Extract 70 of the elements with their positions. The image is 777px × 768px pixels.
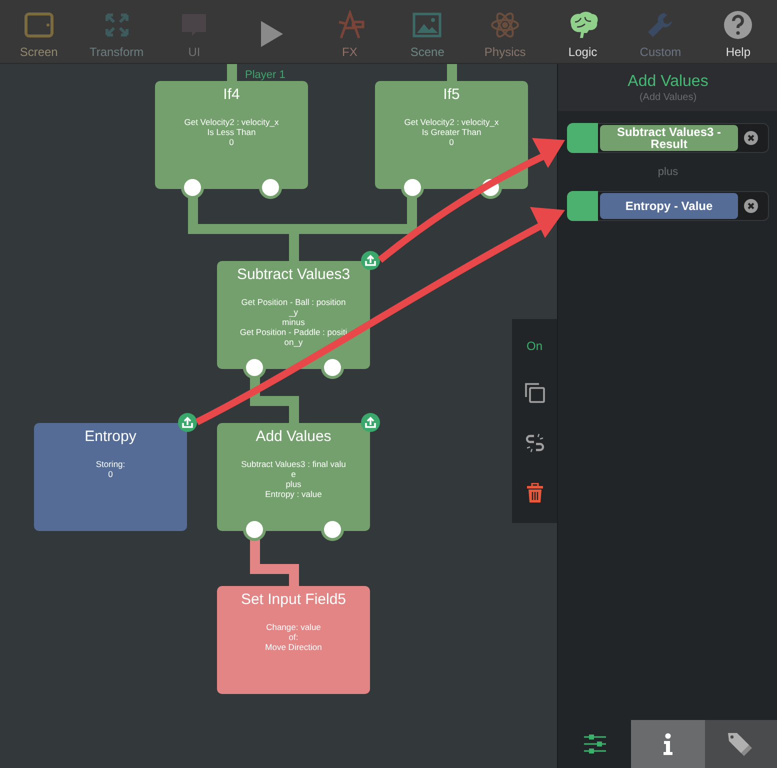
node-text: Get Velocity2 : velocity_x	[183, 117, 280, 127]
panel-tab[interactable]	[631, 720, 705, 768]
export-icon[interactable]	[361, 251, 380, 270]
node-text: _y	[288, 307, 299, 317]
expand-icon	[104, 12, 130, 38]
node-text: Storing:	[94, 459, 126, 469]
image-icon	[412, 12, 442, 38]
node-text: Get Position - Paddle : positi	[238, 327, 348, 337]
node-text: 0	[107, 469, 114, 479]
node-title: If4	[222, 86, 241, 103]
toggle-button[interactable]: On	[526, 339, 542, 354]
delete-button[interactable]	[526, 482, 544, 503]
tablet-icon	[24, 12, 54, 38]
copy-button[interactable]	[524, 382, 546, 404]
connector-wire	[447, 64, 457, 81]
output-port[interactable]	[181, 176, 204, 199]
help-icon	[723, 10, 754, 40]
logic-node[interactable]: Entropy Storing: 0	[34, 423, 187, 531]
node-text: 0	[228, 137, 235, 147]
logic-node[interactable]: Add Values Subtract Values3 : final valu e plus Entropy : value	[217, 423, 370, 531]
panel-tab[interactable]	[704, 720, 777, 768]
node-text: Is Greater Than	[420, 127, 482, 137]
node-title: Set Input Field5	[240, 591, 348, 608]
logic-node[interactable]: Set Input Field5 Change: value of: Move Direction	[217, 586, 370, 694]
node-title: Add Values	[254, 428, 332, 445]
logic-node[interactable]: If4 Get Velocity2 : velocity_x Is Less Than 0	[155, 81, 308, 189]
connector-wire	[227, 64, 237, 81]
input-handle[interactable]	[567, 123, 598, 153]
node-text: of:	[288, 632, 300, 642]
node-text: Get Position - Ball : position	[240, 297, 347, 307]
export-icon[interactable]	[361, 413, 380, 432]
node-text: e	[290, 469, 297, 479]
input-handle[interactable]	[567, 191, 598, 221]
logic-node[interactable]: If5 Get Velocity2 : velocity_x Is Greater Than 0	[375, 81, 528, 189]
node-text: on_y	[283, 337, 304, 347]
output-port[interactable]	[321, 356, 344, 379]
output-port[interactable]	[321, 518, 344, 541]
output-port[interactable]	[401, 176, 424, 199]
unlink-button[interactable]	[524, 432, 546, 454]
output-port[interactable]	[259, 176, 282, 199]
node-text: 0	[448, 137, 455, 147]
play-icon	[258, 18, 285, 48]
node-text: Is Less Than	[206, 127, 257, 137]
info-icon	[662, 733, 673, 755]
value-chip[interactable]: Subtract Values3 - Result	[600, 125, 738, 151]
node-text: Get Velocity2 : velocity_x	[403, 117, 500, 127]
sliders-icon	[582, 734, 607, 754]
wrench-icon	[646, 10, 674, 38]
export-icon[interactable]	[178, 413, 197, 432]
object-label: Player 1	[245, 69, 286, 81]
value-chip[interactable]: Entropy - Value	[600, 193, 738, 219]
panel-subtitle: (Add Values)	[639, 92, 697, 102]
node-text: Move Direction	[264, 642, 323, 652]
node-title: If5	[442, 86, 461, 103]
close-icon[interactable]	[744, 131, 758, 145]
node-text: plus	[284, 479, 302, 489]
output-port[interactable]	[243, 518, 266, 541]
output-port[interactable]	[243, 356, 266, 379]
node-text: minus	[281, 317, 306, 327]
operator-label: plus	[656, 165, 680, 180]
node-title: Subtract Values3	[236, 266, 352, 283]
close-icon[interactable]	[744, 199, 758, 213]
node-title: Entropy	[84, 428, 138, 445]
node-text: Entropy : value	[264, 489, 323, 499]
logic-node[interactable]: Subtract Values3 Get Position - Ball : position _y minus Get Position - Paddle : positi on_y	[217, 261, 370, 369]
toolbar-tab[interactable]: Help	[699, 0, 777, 63]
node-text: Change: value	[265, 622, 322, 632]
panel-title: Add Values	[628, 72, 708, 90]
node-text: Subtract Values3 : final valu	[240, 459, 347, 469]
toolbar-tab[interactable]: Logic	[544, 0, 622, 63]
